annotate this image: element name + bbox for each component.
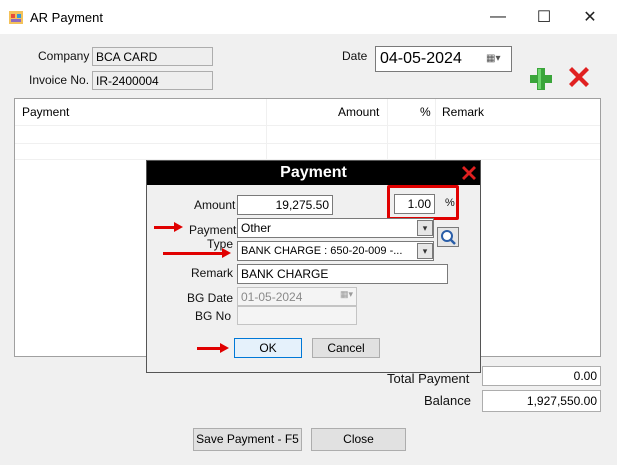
minimize-button[interactable]: — xyxy=(475,0,521,34)
close-window-button[interactable]: ✕ xyxy=(567,0,613,34)
bg-no-field[interactable] xyxy=(237,306,357,325)
arrow-indicator xyxy=(197,347,221,350)
app-icon xyxy=(9,11,23,24)
account-select[interactable]: BANK CHARGE : 650-20-009 -... xyxy=(237,241,434,261)
close-button[interactable]: Close xyxy=(311,428,406,451)
account-value: BANK CHARGE : 650-20-009 -... xyxy=(241,245,403,257)
search-icon xyxy=(441,230,456,245)
window-title: AR Payment xyxy=(30,10,103,25)
column-header-amount[interactable]: Amount xyxy=(338,99,379,125)
maximize-button[interactable]: ☐ xyxy=(521,0,567,34)
payment-type-label-line1: Payment xyxy=(189,223,237,237)
date-label: Date xyxy=(342,49,368,63)
save-payment-button[interactable]: Save Payment - F5 xyxy=(193,428,302,451)
column-header-percent[interactable]: % xyxy=(420,99,431,125)
payment-type-dropdown-icon[interactable]: ▾ xyxy=(417,220,433,236)
calendar-dropdown-icon[interactable]: ▦▾ xyxy=(486,53,506,65)
bg-no-label: BG No xyxy=(195,309,232,323)
ok-button[interactable]: OK xyxy=(234,338,302,358)
plus-icon xyxy=(530,68,552,90)
bg-date-field[interactable]: 01-05-2024 xyxy=(237,287,357,306)
payment-type-select[interactable]: Other xyxy=(237,218,434,238)
company-label: Company xyxy=(38,49,90,63)
row-divider xyxy=(15,125,600,126)
column-divider xyxy=(435,99,436,159)
dialog-title: Payment xyxy=(147,161,480,185)
cancel-button[interactable]: Cancel xyxy=(312,338,380,358)
balance-field[interactable]: 1,927,550.00 xyxy=(482,390,601,412)
column-divider xyxy=(387,99,388,159)
amount-label: Amount xyxy=(194,198,236,212)
close-icon xyxy=(462,166,476,180)
column-header-remark[interactable]: Remark xyxy=(442,99,484,125)
row-divider xyxy=(15,143,600,144)
arrow-indicator xyxy=(154,226,176,229)
remark-field[interactable]: BANK CHARGE xyxy=(237,264,448,284)
arrow-indicator-head xyxy=(220,343,229,353)
bg-date-label: BG Date xyxy=(187,291,234,305)
bg-date-calendar-icon[interactable]: ▦▾ xyxy=(340,289,353,300)
column-header-payment[interactable]: Payment xyxy=(22,99,69,125)
title-bar: AR Payment — ☐ ✕ xyxy=(0,0,617,34)
account-dropdown-icon[interactable]: ▾ xyxy=(417,243,433,259)
balance-label: Balance xyxy=(424,393,471,408)
invoice-field[interactable]: IR-2400004 xyxy=(92,71,213,90)
arrow-indicator-head xyxy=(174,222,183,232)
invoice-label: Invoice No. xyxy=(29,73,90,87)
add-payment-button[interactable] xyxy=(528,66,554,92)
total-payment-field[interactable]: 0.00 xyxy=(482,366,601,386)
percent-field[interactable]: 1.00 xyxy=(394,194,435,214)
delete-payment-button[interactable] xyxy=(566,64,592,90)
remark-label: Remark xyxy=(191,266,234,280)
x-icon xyxy=(569,67,589,87)
bg-date-value: 01-05-2024 xyxy=(241,290,303,304)
payment-type-value: Other xyxy=(241,221,272,235)
search-button[interactable] xyxy=(437,227,459,247)
arrow-indicator xyxy=(163,252,223,255)
dialog-close-button[interactable] xyxy=(460,164,478,182)
company-field[interactable]: BCA CARD xyxy=(92,47,213,66)
column-divider xyxy=(266,99,267,159)
amount-field[interactable]: 19,275.50 xyxy=(237,195,333,215)
date-value: 04-05-2024 xyxy=(380,50,462,67)
payment-dialog: Payment Amount 19,275.50 1.00 % Payment … xyxy=(146,160,481,373)
arrow-indicator-head xyxy=(222,248,231,258)
total-payment-label: Total Payment xyxy=(387,371,470,386)
percent-sign: % xyxy=(445,197,455,209)
